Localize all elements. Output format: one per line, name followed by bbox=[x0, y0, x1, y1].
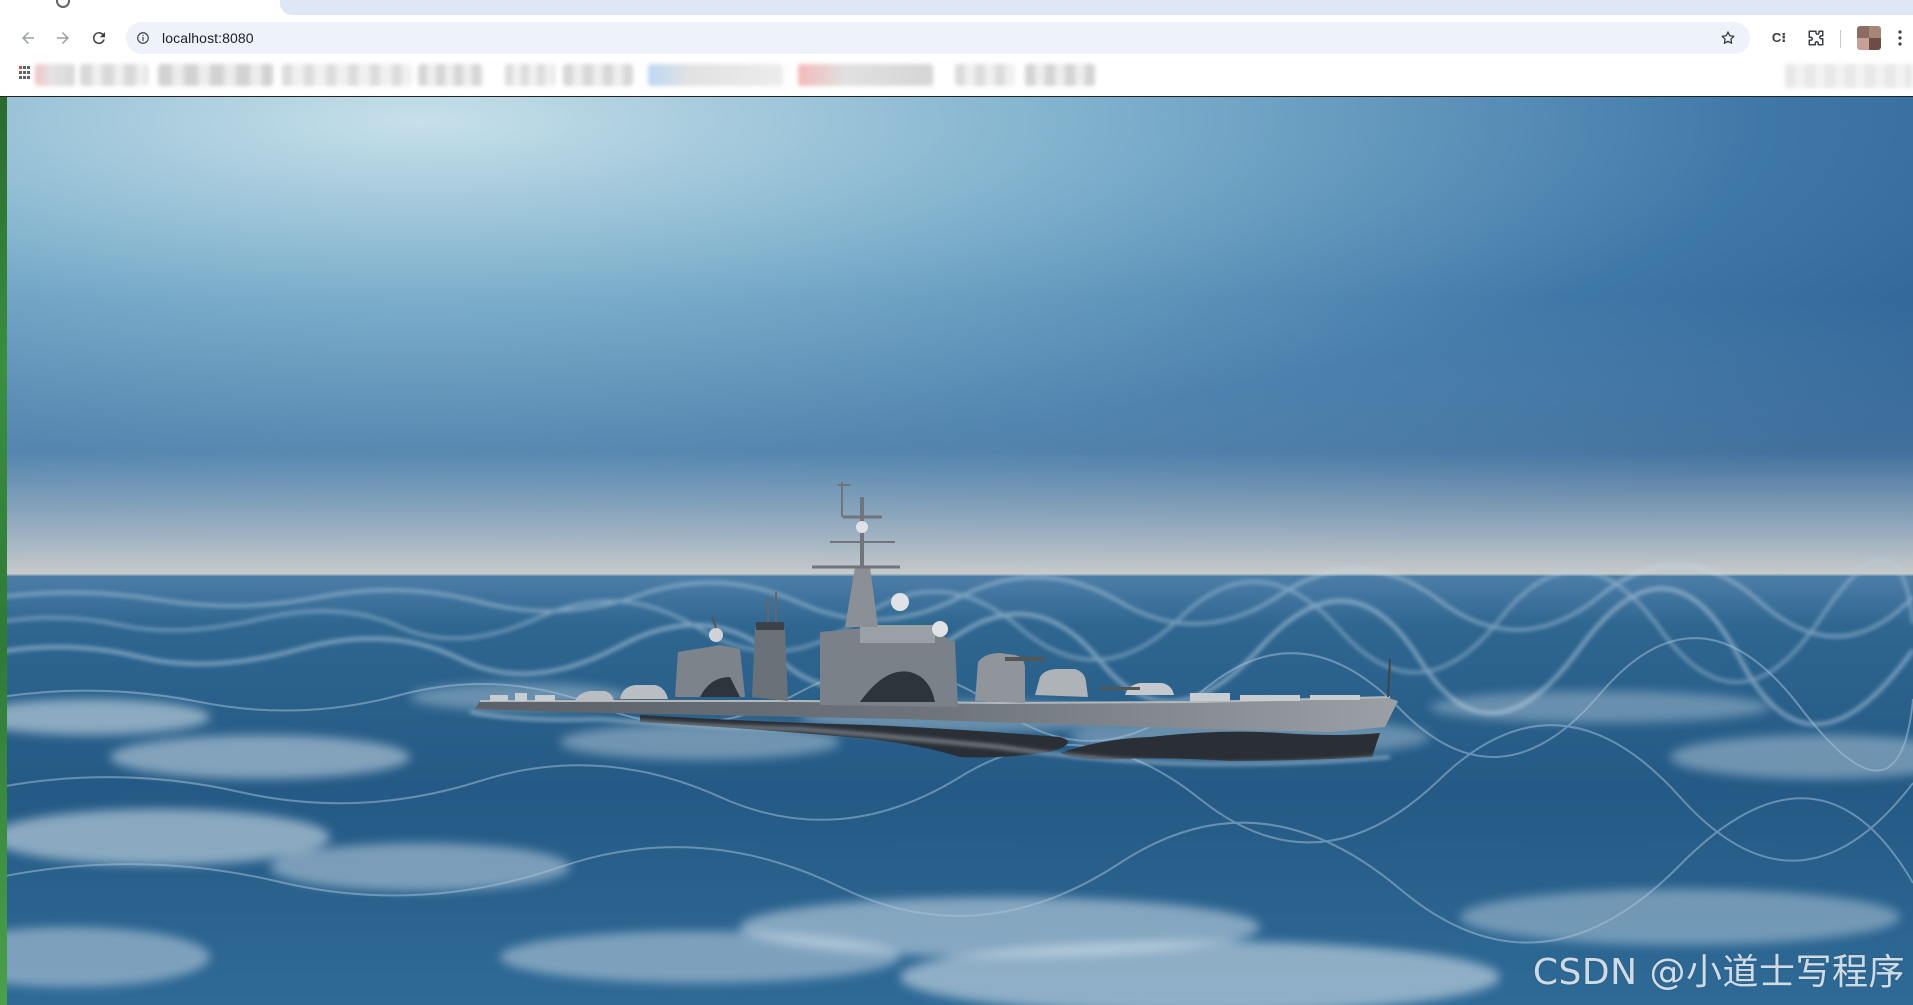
arrow-left-icon[interactable] bbox=[15, 25, 41, 51]
browser-toolbar: localhost:8080 C⁝ bbox=[0, 15, 1913, 60]
bookmark-item-blurred[interactable] bbox=[563, 64, 633, 86]
page-viewport: CSDN @小道士写程序 bbox=[0, 97, 1913, 1005]
bookmarks-bar bbox=[0, 60, 1913, 97]
star-icon[interactable] bbox=[1718, 28, 1738, 48]
kebab-menu-icon[interactable] bbox=[1896, 28, 1904, 48]
toolbar-divider bbox=[1840, 30, 1841, 48]
info-icon[interactable] bbox=[134, 29, 152, 47]
desktop-background-edge bbox=[0, 97, 7, 1005]
globe-icon bbox=[56, 0, 70, 8]
viewport-border bbox=[0, 96, 1913, 97]
bookmark-item-blurred[interactable] bbox=[282, 64, 412, 86]
tab-strip-background bbox=[280, 0, 1913, 15]
browser-window: localhost:8080 C⁝ CSDN @小道士写程序 bbox=[0, 0, 1913, 1005]
bookmark-item-blurred[interactable] bbox=[1785, 64, 1913, 88]
apps-grid-icon[interactable] bbox=[19, 66, 31, 80]
bookmark-item-blurred[interactable] bbox=[798, 64, 933, 86]
arrow-right-icon[interactable] bbox=[50, 25, 76, 51]
bookmark-item-blurred[interactable] bbox=[158, 64, 273, 86]
address-bar[interactable]: localhost:8080 bbox=[126, 22, 1750, 54]
bookmark-item-blurred[interactable] bbox=[648, 64, 783, 86]
bookmark-item-blurred[interactable] bbox=[505, 64, 555, 86]
puzzle-icon[interactable] bbox=[1805, 27, 1827, 49]
avatar[interactable] bbox=[1857, 26, 1881, 50]
url-text[interactable]: localhost:8080 bbox=[162, 30, 254, 46]
cast-glyph: C⁝ bbox=[1771, 30, 1787, 45]
tab-strip bbox=[0, 0, 1913, 15]
cast-icon[interactable]: C⁝ bbox=[1768, 27, 1790, 49]
reload-icon[interactable] bbox=[86, 25, 112, 51]
bookmark-item-blurred[interactable] bbox=[418, 64, 483, 86]
bookmark-item-blurred[interactable] bbox=[955, 64, 1015, 86]
bookmark-item-blurred[interactable] bbox=[35, 64, 75, 86]
watermark-text: CSDN @小道士写程序 bbox=[1532, 952, 1905, 993]
ocean-scene-canvas[interactable] bbox=[0, 97, 1913, 1005]
bookmark-item-blurred[interactable] bbox=[80, 64, 148, 86]
tab-active[interactable] bbox=[0, 0, 276, 15]
bookmark-item-blurred[interactable] bbox=[1025, 64, 1095, 86]
